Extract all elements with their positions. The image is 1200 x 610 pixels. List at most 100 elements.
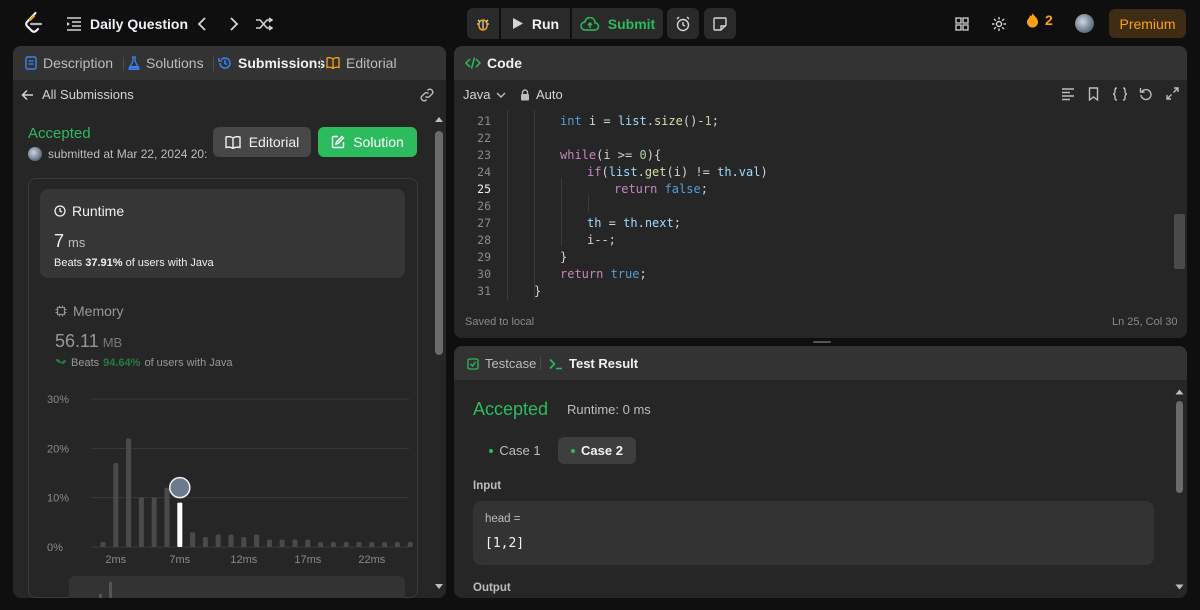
chart-bar[interactable]	[151, 497, 157, 547]
tab-editorial[interactable]: Editorial	[326, 55, 397, 71]
alarm-clock-icon	[676, 16, 690, 31]
chart-bar[interactable]	[356, 542, 362, 547]
expand-icon[interactable]	[1166, 87, 1179, 100]
debug-button[interactable]	[467, 8, 499, 39]
tab-submissions[interactable]: Submissions	[218, 55, 325, 71]
line-number: 26	[477, 198, 491, 213]
chart-bar[interactable]	[330, 542, 336, 547]
chart-bar[interactable]	[138, 497, 144, 547]
chart-bar[interactable]	[382, 542, 388, 547]
braces-icon[interactable]	[1112, 87, 1128, 101]
chart-bar[interactable]	[202, 537, 208, 547]
code-line[interactable]: 30 return true;	[454, 265, 1164, 282]
chart-bar[interactable]	[113, 463, 119, 547]
chart-bar[interactable]	[266, 539, 272, 547]
tab-test-result[interactable]: Test Result	[549, 356, 638, 371]
auto-mode-toggle[interactable]: Auto	[520, 87, 563, 102]
chart-bar[interactable]	[126, 438, 132, 547]
scroll-up-icon[interactable]	[1175, 389, 1184, 395]
timer-button[interactable]	[667, 8, 699, 39]
code-line[interactable]: 28 i--;	[454, 231, 1164, 248]
left-scrollbar-thumb[interactable]	[435, 131, 443, 355]
chart-bar[interactable]	[254, 534, 260, 547]
editorial-button[interactable]: Editorial	[213, 127, 311, 157]
book-icon	[326, 57, 340, 69]
premium-button[interactable]: Premium	[1109, 9, 1186, 38]
code-line[interactable]: 23 while(i >= 0){	[454, 146, 1164, 163]
chart-bar[interactable]	[164, 487, 170, 547]
chart-bar[interactable]	[394, 542, 400, 547]
chart-bar[interactable]	[343, 542, 349, 547]
submit-button[interactable]: Submit	[572, 8, 663, 39]
chart-bar[interactable]	[318, 542, 324, 547]
case-1-tab[interactable]: Case 1	[480, 437, 550, 464]
input-value-box: head = [1,2]	[473, 501, 1154, 565]
runtime-distribution-chart: 30% 20% 10% 0% 2ms 7ms 12ms 17ms 22ms	[47, 394, 413, 566]
input-variable-name: head =	[485, 513, 521, 525]
code-line[interactable]: 31}	[454, 282, 1164, 299]
code-scrollbar-thumb[interactable]	[1174, 214, 1185, 269]
code-token: }	[534, 283, 542, 298]
code-token: false	[664, 181, 701, 196]
random-question-button[interactable]	[253, 13, 275, 35]
note-icon	[713, 16, 727, 31]
bookmark-icon[interactable]	[1088, 87, 1099, 101]
case-2-tab[interactable]: Case 2	[558, 437, 636, 464]
chart-bar[interactable]	[215, 534, 221, 547]
scroll-down-icon[interactable]	[1175, 584, 1184, 590]
scroll-up-icon[interactable]	[434, 116, 444, 123]
memory-card[interactable]: Memory 56.11 MB Beats 94.64% of users wit…	[55, 303, 415, 373]
tab-description[interactable]: Description	[25, 55, 113, 71]
layout-button[interactable]	[952, 12, 972, 36]
code-token: .	[646, 113, 654, 128]
auto-mode-label: Auto	[536, 87, 563, 102]
prev-question-button[interactable]	[191, 13, 213, 35]
code-line[interactable]: 21 int i = list.size()-1;	[454, 112, 1164, 129]
code-line[interactable]: 25 return false;	[454, 180, 1164, 197]
streak-counter[interactable]: 2	[1026, 12, 1053, 28]
chart-bar[interactable]	[190, 532, 196, 547]
code-tab[interactable]: Code	[465, 55, 522, 71]
language-selector[interactable]: Java	[463, 87, 506, 102]
tab-solutions[interactable]: Solutions	[128, 55, 204, 71]
run-button[interactable]: Run	[501, 8, 570, 39]
scroll-down-icon[interactable]	[434, 583, 444, 590]
code-text: while(i >= 0){	[560, 148, 661, 162]
all-submissions-link[interactable]: All Submissions	[21, 87, 134, 102]
tab-testcase[interactable]: Testcase	[467, 356, 536, 371]
daily-question-link[interactable]: Daily Question	[66, 12, 188, 36]
code-line[interactable]: 27 th = th.next;	[454, 214, 1164, 231]
result-panel-header: Testcase Test Result	[454, 346, 1187, 380]
chart-bar[interactable]	[100, 542, 106, 547]
chart-bar[interactable]	[292, 539, 298, 547]
chart-bar[interactable]	[279, 539, 285, 547]
code-line[interactable]: 24 if(list.get(i) != th.val)	[454, 163, 1164, 180]
next-question-button[interactable]	[223, 13, 245, 35]
chart-bar-highlight[interactable]	[177, 502, 183, 547]
panel-resize-handle[interactable]	[813, 341, 831, 343]
code-line[interactable]: 22	[454, 129, 1164, 146]
settings-button[interactable]	[989, 12, 1009, 36]
chip-icon	[55, 305, 67, 317]
code-line[interactable]: 29}	[454, 248, 1164, 265]
chart-bar[interactable]	[305, 539, 311, 547]
user-avatar[interactable]	[1075, 14, 1094, 33]
reset-icon[interactable]	[1139, 87, 1153, 101]
leetcode-logo-icon[interactable]	[22, 11, 46, 35]
runtime-card[interactable]: Runtime 7 ms Beats 37.91% of users with J…	[40, 189, 405, 278]
format-icon[interactable]	[1061, 88, 1075, 101]
code-token: get	[644, 164, 667, 179]
notes-button[interactable]	[704, 8, 736, 39]
chart-bar[interactable]	[407, 542, 413, 547]
code-line[interactable]: 26	[454, 197, 1164, 214]
chart-bar[interactable]	[369, 542, 375, 547]
bug-icon	[477, 18, 489, 31]
chart-bar[interactable]	[228, 534, 234, 547]
code-editor[interactable]: 21 int i = list.size()-1; 22 23 while(i >= 0…	[454, 110, 1187, 306]
link-icon[interactable]	[419, 88, 435, 102]
code-text: if(list.get(i) != th.val)	[587, 165, 768, 179]
solution-button[interactable]: Solution	[318, 127, 417, 157]
result-scrollbar-thumb[interactable]	[1176, 401, 1183, 493]
chart-bar[interactable]	[241, 537, 247, 547]
line-number: 27	[477, 215, 491, 230]
